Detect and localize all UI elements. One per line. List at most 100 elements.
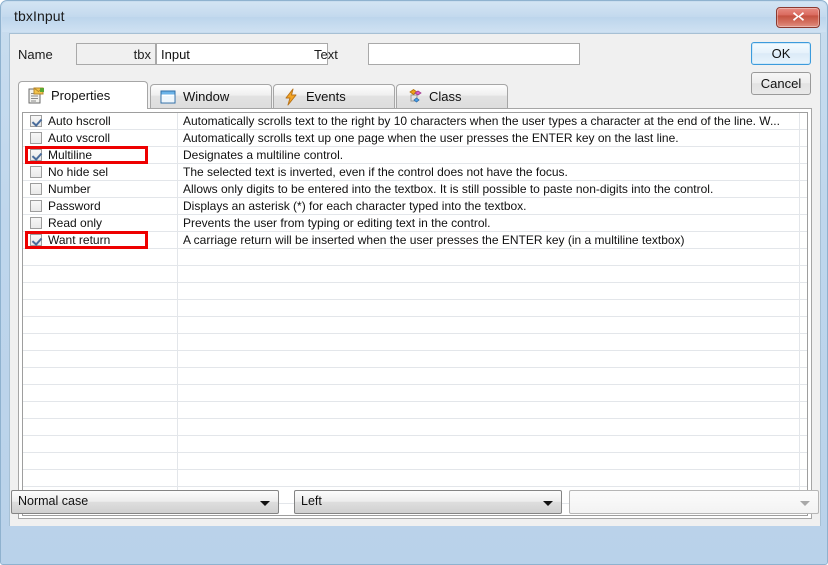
tab-window-label: Window (183, 89, 230, 104)
property-description-cell (179, 419, 800, 435)
tab-class-label: Class (429, 89, 462, 104)
close-button[interactable] (776, 7, 820, 28)
property-row-empty[interactable] (23, 419, 807, 436)
property-name-cell[interactable]: Want return (23, 231, 178, 249)
property-name-cell[interactable]: Read only (23, 215, 178, 231)
text-label: Text (314, 47, 338, 62)
property-row[interactable]: Read only Prevents the user from typing o… (23, 215, 807, 232)
property-description-cell (179, 300, 800, 316)
property-row-empty[interactable] (23, 249, 807, 266)
property-extra-cell (801, 232, 807, 248)
property-row[interactable]: No hide sel The selected text is inverted… (23, 164, 807, 181)
property-description-cell (179, 470, 800, 486)
tab-class[interactable]: Class (396, 84, 508, 108)
name-input[interactable]: Input (156, 43, 328, 65)
case-combo[interactable]: Normal case (11, 490, 279, 514)
property-description-cell (179, 453, 800, 469)
property-row-empty[interactable] (23, 300, 807, 317)
property-row-empty[interactable] (23, 470, 807, 487)
property-name-label: No hide sel (48, 165, 109, 179)
third-combo[interactable] (569, 490, 819, 514)
property-name-cell[interactable]: Multiline (23, 146, 178, 164)
property-row[interactable]: Multiline Designates a multiline control. (23, 146, 807, 164)
property-description-cell: The selected text is inverted, even if t… (179, 164, 800, 180)
property-name-label: Read only (48, 216, 103, 230)
property-name-cell (23, 368, 178, 384)
property-name-cell[interactable]: Auto hscroll (23, 113, 178, 129)
tab-properties-label: Properties (51, 88, 111, 103)
property-description-cell (179, 283, 800, 299)
tab-events[interactable]: Events (273, 84, 395, 108)
property-name-label: Auto vscroll (48, 131, 111, 145)
checkbox-icon[interactable] (30, 183, 42, 195)
name-prefix-field[interactable]: tbx (76, 43, 156, 65)
property-row-empty[interactable] (23, 351, 807, 368)
property-description-cell (179, 436, 800, 452)
property-extra-cell (801, 249, 807, 265)
property-description-cell: Automatically scrolls text up one page w… (179, 130, 800, 146)
text-input[interactable] (368, 43, 580, 65)
property-extra-cell (801, 266, 807, 282)
checkbox-icon[interactable] (30, 200, 42, 212)
property-row[interactable]: Auto hscroll Automatically scrolls text t… (23, 113, 807, 130)
checkbox-icon[interactable] (30, 166, 42, 178)
property-row-empty[interactable] (23, 266, 807, 283)
lightning-bolt-icon (282, 88, 300, 106)
property-row-empty[interactable] (23, 317, 807, 334)
property-row[interactable]: Auto vscroll Automatically scrolls text u… (23, 130, 807, 147)
property-description-cell (179, 266, 800, 282)
chevron-down-icon (543, 501, 553, 506)
property-description-cell: Designates a multiline control. (179, 147, 800, 163)
property-description-cell: A carriage return will be inserted when … (179, 232, 800, 248)
tab-properties[interactable]: Properties (18, 81, 148, 109)
dialog-window: tbxInput Name tbx Input Text OK Cancel P… (0, 0, 828, 565)
property-extra-cell (801, 198, 807, 214)
clipboard-icon (27, 87, 45, 105)
window-icon (159, 88, 177, 106)
property-extra-cell (801, 402, 807, 418)
property-extra-cell (801, 164, 807, 180)
property-row-empty[interactable] (23, 385, 807, 402)
property-name-cell (23, 266, 178, 282)
property-row[interactable]: Number Allows only digits to be entered i… (23, 181, 807, 198)
property-row-empty[interactable] (23, 436, 807, 453)
checkbox-icon[interactable] (30, 149, 42, 161)
property-name-cell[interactable]: No hide sel (23, 164, 178, 180)
property-row[interactable]: Want return A carriage return will be ins… (23, 231, 807, 249)
property-extra-cell (801, 453, 807, 469)
property-extra-cell (801, 215, 807, 231)
property-row-empty[interactable] (23, 283, 807, 300)
property-row-empty[interactable] (23, 453, 807, 470)
checkbox-icon[interactable] (30, 115, 42, 127)
property-name-label: Auto hscroll (48, 114, 111, 128)
property-name-label: Password (48, 199, 101, 213)
checkbox-icon[interactable] (30, 234, 42, 246)
property-name-cell (23, 385, 178, 401)
property-name-cell[interactable]: Password (23, 198, 178, 214)
property-extra-cell (801, 283, 807, 299)
property-row-empty[interactable] (23, 368, 807, 385)
ok-button[interactable]: OK (751, 42, 811, 65)
property-row-empty[interactable] (23, 334, 807, 351)
tab-window[interactable]: Window (150, 84, 272, 108)
property-extra-cell (801, 317, 807, 333)
property-row-empty[interactable] (23, 402, 807, 419)
property-name-cell[interactable]: Number (23, 181, 178, 197)
property-description-cell (179, 402, 800, 418)
checkbox-icon[interactable] (30, 217, 42, 229)
property-extra-cell (801, 419, 807, 435)
property-name-cell (23, 453, 178, 469)
tab-strip: Properties Window Events Class (18, 81, 812, 109)
property-row[interactable]: Password Displays an asterisk (*) for eac… (23, 198, 807, 215)
tab-page-properties: Auto hscroll Automatically scrolls text t… (18, 108, 812, 519)
property-extra-cell (801, 113, 807, 129)
property-name-cell (23, 283, 178, 299)
tab-events-label: Events (306, 89, 346, 104)
property-name-cell[interactable]: Auto vscroll (23, 130, 178, 146)
property-grid[interactable]: Auto hscroll Automatically scrolls text t… (22, 112, 808, 516)
name-text-field-row: Name tbx Input Text OK Cancel (10, 34, 820, 95)
checkbox-icon[interactable] (30, 132, 42, 144)
align-combo[interactable]: Left (294, 490, 562, 514)
property-name-cell (23, 402, 178, 418)
property-extra-cell (801, 334, 807, 350)
